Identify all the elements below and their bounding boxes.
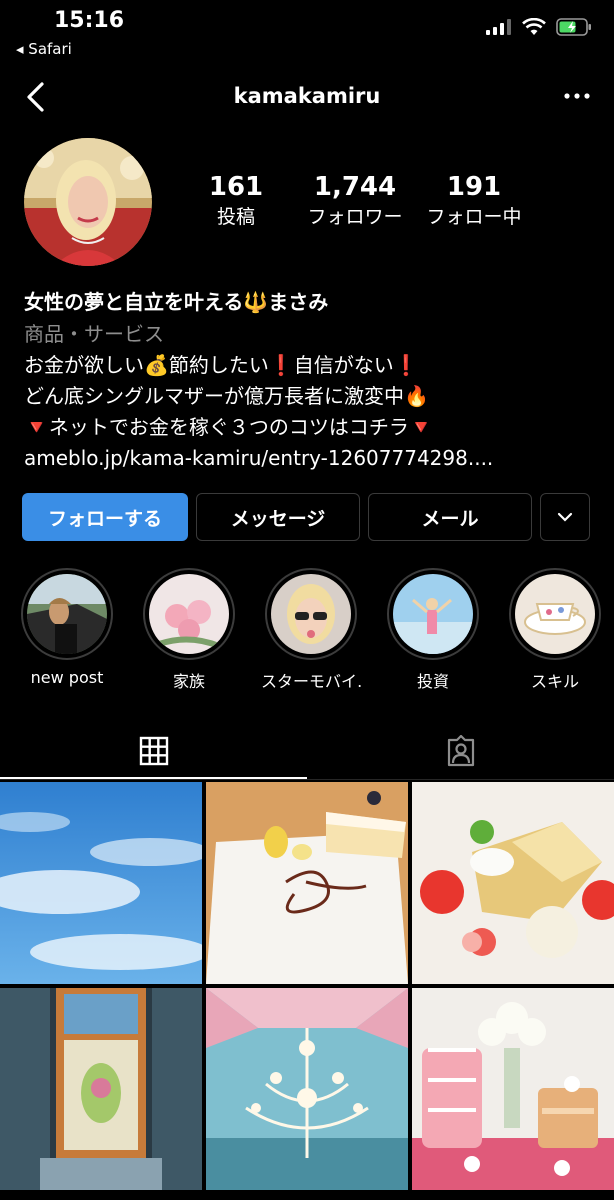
ellipsis-icon[interactable] bbox=[562, 86, 592, 106]
grid-post-chandelier[interactable] bbox=[206, 988, 408, 1190]
highlight-label: 家族 bbox=[172, 672, 205, 691]
stat-following-count: 191 bbox=[446, 172, 502, 202]
bio-line-1: お金が欲しい💰節約したい❗自信がない❗ bbox=[24, 353, 419, 377]
grid-post-cakes[interactable] bbox=[412, 988, 614, 1190]
battery-icon bbox=[556, 18, 591, 36]
tab-grid[interactable] bbox=[0, 724, 307, 778]
profile-category: 商品・サービス bbox=[24, 322, 164, 346]
tab-tagged[interactable] bbox=[307, 724, 614, 778]
stat-followers-count: 1,744 bbox=[313, 172, 397, 202]
bio-link[interactable]: ameblo.jp/kama-kamiru/entry-12607774298.… bbox=[24, 443, 594, 474]
highlight-ring bbox=[387, 568, 479, 660]
status-time: 15:16 bbox=[54, 8, 125, 33]
highlight-label: スターモバイ… bbox=[261, 672, 361, 691]
highlight-thumbnail bbox=[27, 574, 107, 654]
status-icons bbox=[486, 18, 592, 36]
profile-bio: 女性の夢と自立を叶える🔱まさみ 商品・サービス お金が欲しい💰節約したい❗自信が… bbox=[24, 286, 594, 474]
highlight-investment[interactable]: 投資 bbox=[383, 568, 483, 692]
stat-following[interactable]: 191 フォロー中 bbox=[418, 170, 530, 230]
bio-line-2: どん底シングルマザーが億万長者に激変中🔥 bbox=[24, 384, 429, 408]
highlight-thumbnail bbox=[271, 574, 351, 654]
signal-icon bbox=[486, 19, 511, 35]
profile-display-name: 女性の夢と自立を叶える🔱まさみ bbox=[24, 290, 329, 314]
stat-posts-count: 161 bbox=[208, 172, 264, 202]
highlight-ring bbox=[265, 568, 357, 660]
tagged-person-icon bbox=[447, 735, 474, 767]
message-button[interactable]: メッセージ bbox=[196, 493, 360, 541]
highlight-label: new post bbox=[30, 668, 104, 687]
stat-posts[interactable]: 161 投稿 bbox=[196, 170, 276, 230]
highlight-thumbnail bbox=[149, 574, 229, 654]
highlight-label: スキル bbox=[530, 672, 579, 691]
highlight-ring bbox=[509, 568, 601, 660]
highlight-thumbnail bbox=[393, 574, 473, 654]
tab-divider bbox=[0, 779, 614, 780]
grid-post-stained-glass-door[interactable] bbox=[0, 988, 202, 1190]
highlight-new-post[interactable]: new post bbox=[17, 568, 117, 687]
grid-post-sky[interactable] bbox=[0, 782, 202, 984]
stat-posts-label: 投稿 bbox=[216, 206, 255, 228]
highlight-skill[interactable]: スキル bbox=[505, 568, 605, 692]
stat-followers[interactable]: 1,744 フォロワー bbox=[296, 170, 414, 230]
profile-avatar[interactable] bbox=[24, 138, 152, 266]
highlight-ring bbox=[21, 568, 113, 660]
wifi-icon bbox=[522, 18, 546, 35]
follow-button[interactable]: フォローする bbox=[22, 493, 188, 541]
highlight-thumbnail bbox=[515, 574, 595, 654]
suggested-accounts-button[interactable] bbox=[540, 493, 590, 541]
highlight-label: 投資 bbox=[416, 672, 449, 691]
grid-post-cake-slice[interactable] bbox=[206, 782, 408, 984]
stat-followers-label: フォロワー bbox=[307, 206, 403, 228]
highlight-ring bbox=[143, 568, 235, 660]
active-tab-indicator bbox=[0, 777, 307, 779]
highlight-star-mobile[interactable]: スターモバイ… bbox=[261, 568, 361, 692]
back-to-safari-link[interactable]: ◂ Safari bbox=[16, 40, 72, 58]
chevron-down-icon bbox=[557, 512, 573, 522]
highlight-family[interactable]: 家族 bbox=[139, 568, 239, 692]
stat-following-label: フォロー中 bbox=[426, 206, 522, 228]
bio-line-3: 🔻ネットでお金を稼ぐ３つのコツはコチラ🔻 bbox=[24, 415, 434, 439]
grid-icon bbox=[139, 736, 168, 766]
grid-post-chiffon-cake[interactable] bbox=[412, 782, 614, 984]
profile-username: kamakamiru bbox=[233, 84, 381, 108]
mail-button[interactable]: メール bbox=[368, 493, 532, 541]
